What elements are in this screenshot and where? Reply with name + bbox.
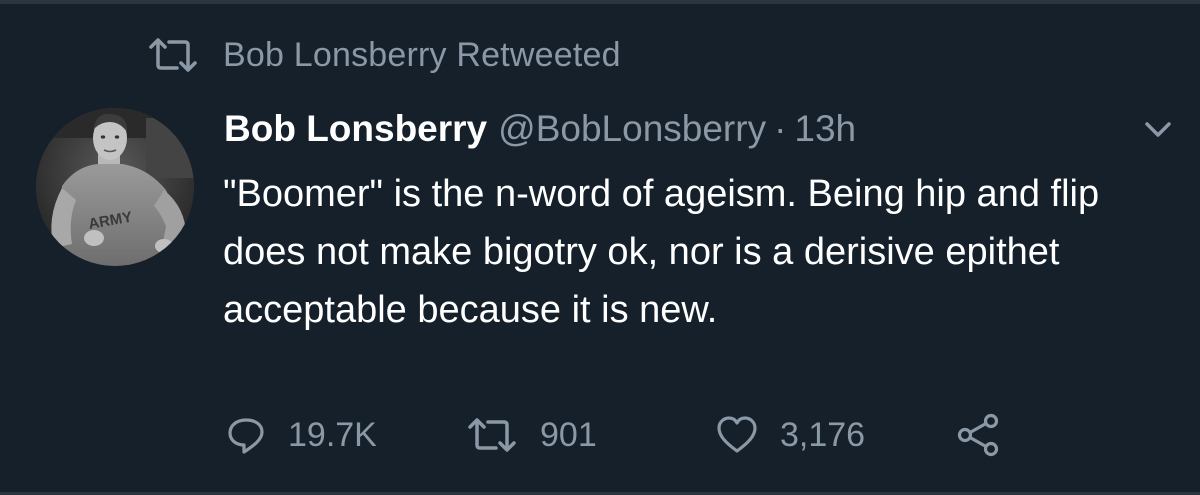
display-name[interactable]: Bob Lonsberry: [224, 108, 487, 150]
retweet-icon: [466, 415, 518, 455]
like-count: 3,176: [780, 415, 866, 454]
reply-button[interactable]: 19.7K: [226, 405, 377, 465]
retweet-context-text[interactable]: Bob Lonsberry Retweeted: [223, 36, 621, 75]
reply-icon: [226, 415, 266, 455]
tweet-timestamp[interactable]: 13h: [794, 108, 856, 150]
retweet-count: 901: [540, 415, 597, 454]
reply-count: 19.7K: [288, 415, 377, 454]
heart-icon: [716, 415, 758, 455]
tweet-text: "Boomer" is the n-word of ageism. Being …: [223, 173, 1100, 331]
avatar[interactable]: ARMY: [36, 108, 194, 266]
share-button[interactable]: [956, 405, 1000, 465]
top-divider: [0, 0, 1200, 4]
like-button[interactable]: 3,176: [716, 405, 865, 465]
retweet-button[interactable]: 901: [466, 405, 597, 465]
share-icon: [956, 413, 1000, 457]
tweet-header: Bob Lonsberry @BobLonsberry · 13h: [224, 105, 856, 153]
separator-dot: ·: [774, 108, 787, 149]
user-handle[interactable]: @BobLonsberry: [498, 108, 766, 150]
retweet-icon: [147, 35, 199, 75]
chevron-down-icon[interactable]: [1138, 114, 1178, 144]
tweet-actions: 19.7K 901 3,176: [226, 405, 1026, 465]
retweet-context: Bob Lonsberry Retweeted: [147, 30, 621, 80]
